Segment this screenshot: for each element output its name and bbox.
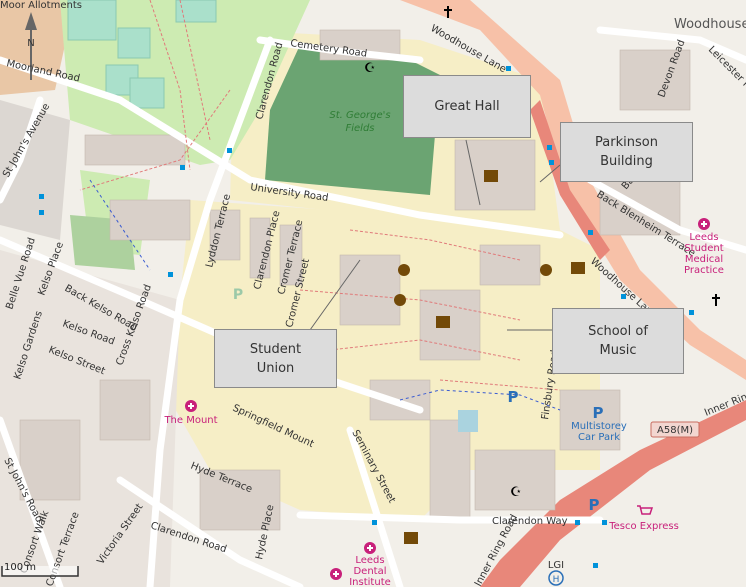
road-ref-shield: A58(M): [650, 421, 700, 438]
parkinson-building-callout: Parkinson Building: [560, 122, 693, 182]
svg-text:P: P: [593, 404, 604, 422]
scale-label: 100 m: [4, 562, 37, 573]
street-label: Moor Allotments: [0, 0, 82, 11]
library-icon[interactable]: [484, 170, 498, 182]
poi-label: Leeds Student Medical Practice: [684, 232, 724, 276]
medical-icon[interactable]: [185, 400, 197, 412]
parkinson-building-label: Parkinson Building: [595, 135, 658, 169]
parking-icon[interactable]: P: [508, 388, 519, 406]
poi-label: Multistorey Car Park: [571, 421, 627, 443]
theatre-icon[interactable]: [398, 264, 410, 276]
school-of-music-label: School of Music: [588, 324, 648, 358]
library-icon[interactable]: [571, 262, 585, 274]
mosque-icon[interactable]: ☪: [510, 485, 522, 500]
blue-poi-labels: Multistorey Car Park: [571, 421, 627, 443]
medical-icon[interactable]: [330, 568, 342, 580]
great-hall-label: Great Hall: [434, 99, 500, 114]
school-of-music-callout: School of Music: [552, 308, 684, 374]
svg-text:P: P: [233, 287, 243, 303]
medical-icon[interactable]: [364, 542, 376, 554]
poi-label: Leeds Dental Institute: [349, 555, 391, 587]
parking-icon[interactable]: P: [589, 496, 600, 514]
medical-icon[interactable]: [698, 218, 710, 230]
north-label: N: [27, 38, 34, 49]
parking-icon[interactable]: P: [593, 404, 604, 422]
hospital-label: LGI: [548, 560, 564, 571]
svg-text:P: P: [508, 388, 519, 406]
svg-text:☪: ☪: [364, 61, 376, 76]
svg-text:☪: ☪: [510, 485, 522, 500]
svg-text:H: H: [553, 575, 560, 585]
street-label: Woodhouse: [674, 17, 746, 32]
map-canvas[interactable]: N Cemetery Road Woodhouse Lane Clarendon…: [0, 0, 746, 587]
parking-icon[interactable]: P: [233, 287, 243, 303]
road-ref-label: A58(M): [657, 425, 693, 436]
theatre-icon[interactable]: [394, 294, 406, 306]
great-hall-callout: Great Hall: [403, 75, 531, 138]
mosque-icon[interactable]: ☪: [364, 61, 376, 76]
poi-label: The Mount: [163, 415, 217, 426]
student-union-callout: Student Union: [214, 329, 337, 388]
student-union-label: Student Union: [249, 341, 302, 376]
theatre-icon[interactable]: [540, 264, 552, 276]
library-icon[interactable]: [404, 532, 418, 544]
poi-label: Tesco Express: [608, 521, 679, 532]
library-icon[interactable]: [436, 316, 450, 328]
svg-text:P: P: [589, 496, 600, 514]
